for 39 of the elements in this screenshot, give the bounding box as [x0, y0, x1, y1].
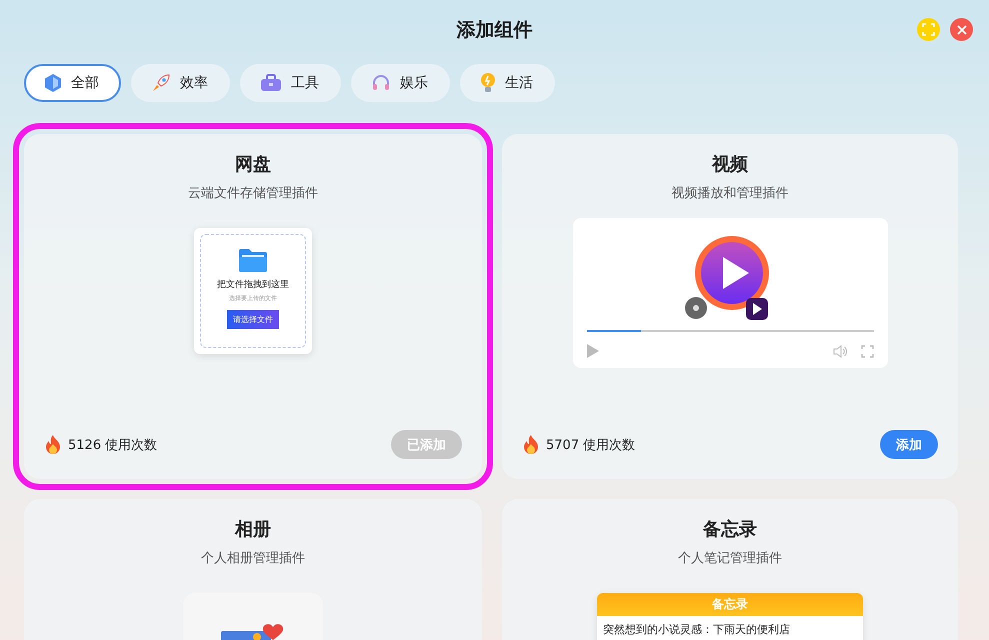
- memo-note: 突然想到的小说灵感：下雨天的便利店: [602, 622, 791, 638]
- memo-header: 备忘录: [597, 593, 863, 616]
- widget-card[interactable]: 视频 视频播放和管理插件 5707 使用次数 添加: [502, 134, 958, 479]
- fullscreen-icon[interactable]: [860, 344, 874, 358]
- widget-card[interactable]: 备忘录 个人笔记管理插件 备忘录 突然想到的小说灵感：下雨天的便利店: [502, 499, 958, 640]
- category-tab[interactable]: 工具: [240, 64, 341, 102]
- usage-count: 5707 使用次数: [546, 436, 636, 454]
- widget-title: 视频: [712, 153, 748, 176]
- lightbulb-icon: [480, 72, 496, 94]
- widget-card[interactable]: 相册 个人相册管理插件: [24, 499, 482, 640]
- widget-title: 备忘录: [703, 518, 757, 541]
- rocket-icon: [151, 73, 171, 93]
- widget-description: 云端文件存储管理插件: [188, 185, 318, 202]
- fire-icon: [522, 434, 540, 455]
- category-tab[interactable]: 全部: [24, 64, 121, 102]
- widget-description: 视频播放和管理插件: [672, 185, 788, 202]
- volume-icon[interactable]: [832, 344, 846, 358]
- usage-count: 5126 使用次数: [68, 436, 158, 454]
- fire-icon: [44, 434, 62, 455]
- window-title: 添加组件: [456, 18, 532, 43]
- category-tab[interactable]: 效率: [131, 64, 230, 102]
- category-tab[interactable]: 娱乐: [351, 64, 450, 102]
- choose-file-button[interactable]: 请选择文件: [227, 310, 279, 329]
- play-icon[interactable]: [586, 344, 598, 358]
- widget-title: 网盘: [235, 153, 271, 176]
- fullscreen-icon: [922, 23, 935, 36]
- widget-title: 相册: [235, 518, 271, 541]
- close-icon: [956, 24, 966, 34]
- category-tab[interactable]: 生活: [460, 64, 555, 102]
- add-button[interactable]: 添加: [880, 430, 938, 459]
- widget-description: 个人相册管理插件: [201, 550, 305, 567]
- fullscreen-button[interactable]: [917, 18, 940, 41]
- close-button[interactable]: [950, 18, 973, 41]
- folder-icon: [237, 247, 269, 274]
- headphones-icon: [371, 73, 391, 93]
- gem-icon: [44, 73, 62, 93]
- briefcase-icon: [260, 74, 282, 92]
- widget-description: 个人笔记管理插件: [678, 550, 782, 567]
- drop-heading: 把文件拖拽到这里: [217, 278, 289, 291]
